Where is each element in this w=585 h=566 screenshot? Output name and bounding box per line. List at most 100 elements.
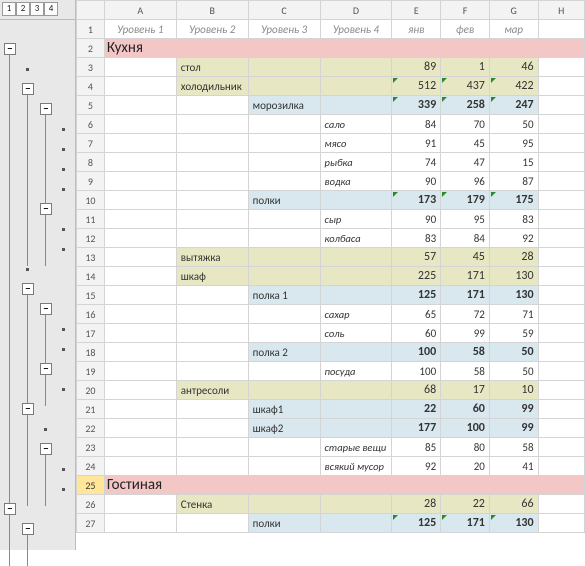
hdr-D[interactable]: Уровень 4 (320, 20, 392, 39)
value-cell[interactable]: 437 (441, 77, 490, 96)
cell[interactable] (176, 362, 248, 381)
cell[interactable] (104, 58, 176, 77)
cell[interactable]: полки (248, 514, 320, 533)
cell[interactable] (104, 343, 176, 362)
row-header[interactable]: 9 (77, 172, 105, 191)
value-cell[interactable]: 91 (392, 134, 441, 153)
cell[interactable]: сыр (320, 210, 392, 229)
cell[interactable] (538, 495, 584, 514)
value-cell[interactable]: 175 (489, 191, 538, 210)
cell[interactable] (176, 286, 248, 305)
row-header[interactable]: 11 (77, 210, 105, 229)
cell[interactable] (538, 362, 584, 381)
cell[interactable] (104, 324, 176, 343)
value-cell[interactable]: 99 (489, 400, 538, 419)
cell[interactable] (538, 172, 584, 191)
row-header[interactable]: 25 (77, 476, 105, 495)
value-cell[interactable]: 130 (489, 267, 538, 286)
value-cell[interactable]: 20 (441, 457, 490, 476)
cell[interactable] (104, 153, 176, 172)
cell[interactable] (320, 267, 392, 286)
cell[interactable] (320, 343, 392, 362)
value-cell[interactable]: 45 (441, 134, 490, 153)
cell[interactable] (104, 514, 176, 533)
cell[interactable]: всякий мусор (320, 457, 392, 476)
cell[interactable] (104, 438, 176, 457)
outline-collapse-button[interactable]: − (22, 83, 34, 95)
cell[interactable] (538, 229, 584, 248)
value-cell[interactable]: 1 (441, 58, 490, 77)
value-cell[interactable]: 89 (392, 58, 441, 77)
level1-cell[interactable]: Кухня (104, 39, 584, 58)
value-cell[interactable]: 179 (441, 191, 490, 210)
cell[interactable] (104, 419, 176, 438)
hdr-C[interactable]: Уровень 3 (248, 20, 320, 39)
cell[interactable] (176, 305, 248, 324)
value-cell[interactable]: 100 (392, 362, 441, 381)
row-header[interactable]: 4 (77, 77, 105, 96)
hdr-A[interactable]: Уровень 1 (104, 20, 176, 39)
value-cell[interactable]: 15 (489, 153, 538, 172)
col-header-D[interactable]: D (320, 1, 392, 20)
cell[interactable] (176, 324, 248, 343)
outline-collapse-button[interactable]: − (40, 443, 52, 455)
cell[interactable] (538, 400, 584, 419)
value-cell[interactable]: 45 (441, 248, 490, 267)
value-cell[interactable]: 177 (392, 419, 441, 438)
value-cell[interactable]: 65 (392, 305, 441, 324)
cell[interactable] (248, 267, 320, 286)
value-cell[interactable]: 100 (392, 343, 441, 362)
cell[interactable] (176, 191, 248, 210)
cell[interactable] (538, 514, 584, 533)
outline-collapse-button[interactable]: − (4, 503, 16, 515)
cell[interactable] (248, 229, 320, 248)
cell[interactable] (538, 134, 584, 153)
row-header[interactable]: 7 (77, 134, 105, 153)
row-header[interactable]: 23 (77, 438, 105, 457)
row-header[interactable]: 12 (77, 229, 105, 248)
value-cell[interactable]: 50 (489, 343, 538, 362)
cell[interactable] (248, 153, 320, 172)
row-header[interactable]: 19 (77, 362, 105, 381)
col-header-B[interactable]: B (176, 1, 248, 20)
cell[interactable] (104, 362, 176, 381)
cell[interactable] (538, 457, 584, 476)
row-header[interactable]: 17 (77, 324, 105, 343)
cell[interactable]: полки (248, 191, 320, 210)
cell[interactable] (248, 172, 320, 191)
cell[interactable]: посуда (320, 362, 392, 381)
cell[interactable] (538, 191, 584, 210)
grid-pane[interactable]: A B C D E F G H 1 Уровень 1 Уровень 2 Ур… (76, 0, 585, 550)
value-cell[interactable]: 80 (441, 438, 490, 457)
select-all-corner[interactable] (77, 1, 105, 20)
cell[interactable] (320, 286, 392, 305)
value-cell[interactable]: 95 (489, 134, 538, 153)
cell[interactable]: шкаф (176, 267, 248, 286)
cell[interactable] (538, 324, 584, 343)
value-cell[interactable]: 85 (392, 438, 441, 457)
cell[interactable] (176, 419, 248, 438)
cell[interactable] (104, 115, 176, 134)
cell[interactable] (248, 134, 320, 153)
outline-collapse-button[interactable]: − (40, 363, 52, 375)
cell[interactable] (320, 400, 392, 419)
value-cell[interactable]: 339 (392, 96, 441, 115)
cell[interactable] (176, 457, 248, 476)
row-header[interactable]: 27 (77, 514, 105, 533)
cell[interactable] (538, 438, 584, 457)
cell[interactable] (176, 153, 248, 172)
cell[interactable] (320, 514, 392, 533)
value-cell[interactable]: 130 (489, 514, 538, 533)
value-cell[interactable]: 57 (392, 248, 441, 267)
cell[interactable] (104, 248, 176, 267)
value-cell[interactable]: 512 (392, 77, 441, 96)
row-header[interactable]: 15 (77, 286, 105, 305)
row-header[interactable]: 26 (77, 495, 105, 514)
value-cell[interactable]: 47 (441, 153, 490, 172)
row-header[interactable]: 20 (77, 381, 105, 400)
col-header-F[interactable]: F (441, 1, 490, 20)
col-header-H[interactable]: H (538, 1, 584, 20)
value-cell[interactable]: 10 (489, 381, 538, 400)
cell[interactable]: водка (320, 172, 392, 191)
cell[interactable] (176, 115, 248, 134)
